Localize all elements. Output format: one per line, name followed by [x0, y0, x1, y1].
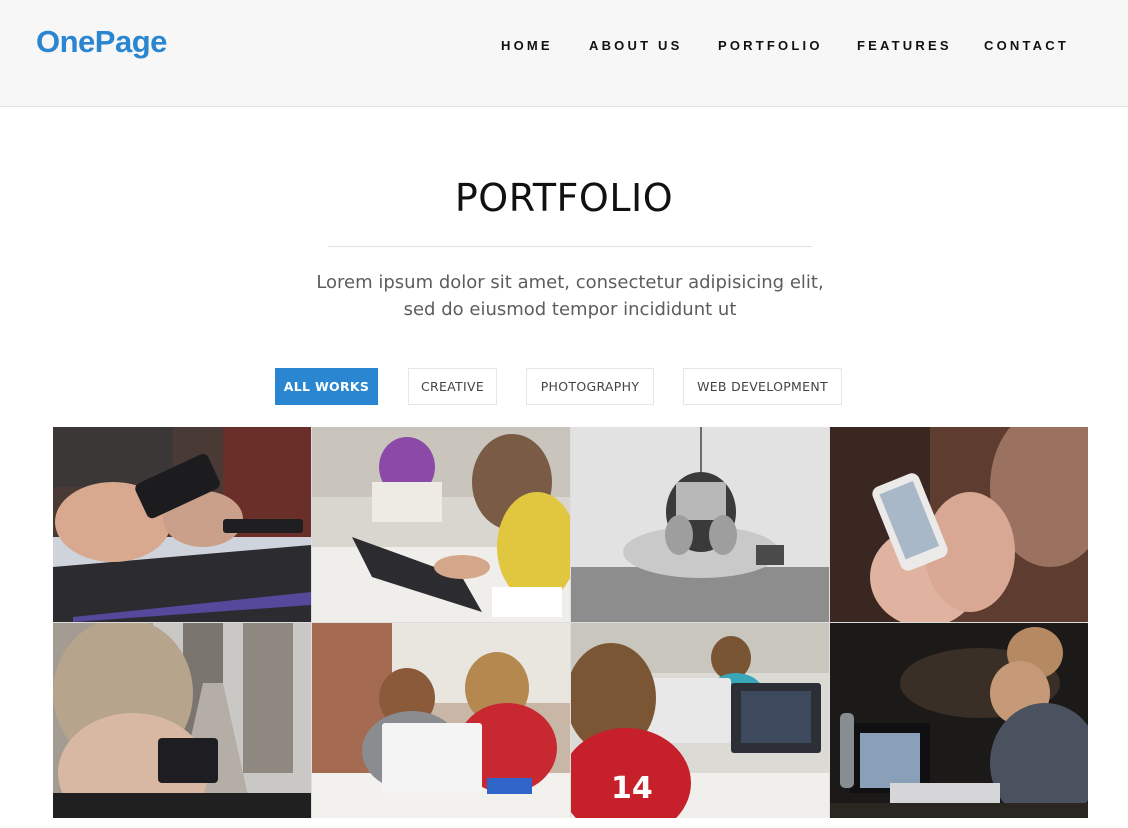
- filter-creative-button[interactable]: CREATIVE: [408, 368, 497, 405]
- portfolio-item-tablet-drawing[interactable]: [312, 427, 570, 622]
- filter-all-works-button[interactable]: ALL WORKS: [275, 368, 378, 405]
- nav-item-contact[interactable]: CONTACT: [984, 38, 1069, 53]
- nav-item-about-us[interactable]: ABOUT US: [589, 38, 683, 53]
- portfolio-image: [312, 623, 570, 818]
- portfolio-image: [830, 427, 1088, 622]
- portfolio-grid: 14: [53, 427, 1088, 818]
- section-title: PORTFOLIO: [454, 176, 674, 220]
- portfolio-item-street-photo[interactable]: [53, 623, 311, 818]
- portfolio-image: [830, 623, 1088, 818]
- portfolio-item-smartphone-hands[interactable]: [830, 427, 1088, 622]
- portfolio-item-night-coding[interactable]: [830, 623, 1088, 818]
- portfolio-item-kids-laptop[interactable]: [312, 623, 570, 818]
- portfolio-image: [53, 623, 311, 818]
- portfolio-image: [571, 427, 829, 622]
- portfolio-image: [312, 427, 570, 622]
- section-description: Lorem ipsum dolor sit amet, consectetur …: [316, 272, 824, 320]
- top-navbar: OnePage HOME ABOUT US PORTFOLIO FEATURES…: [0, 0, 1128, 107]
- main-nav: HOME ABOUT US PORTFOLIO FEATURES CONTACT: [0, 38, 1128, 54]
- portfolio-image: [53, 427, 311, 622]
- nav-item-home[interactable]: HOME: [501, 38, 553, 53]
- title-divider: [328, 246, 812, 247]
- filter-photography-button[interactable]: PHOTOGRAPHY: [526, 368, 654, 405]
- portfolio-item-beanbag-laptop[interactable]: [571, 427, 829, 622]
- jersey-number: 14: [611, 771, 653, 806]
- nav-item-features[interactable]: FEATURES: [857, 38, 952, 53]
- nav-item-portfolio[interactable]: PORTFOLIO: [718, 38, 823, 53]
- portfolio-item-phone-laptop[interactable]: [53, 427, 311, 622]
- portfolio-image: 14: [571, 623, 829, 818]
- filter-web-development-button[interactable]: WEB DEVELOPMENT: [683, 368, 842, 405]
- portfolio-item-boy-coding[interactable]: 14: [571, 623, 829, 818]
